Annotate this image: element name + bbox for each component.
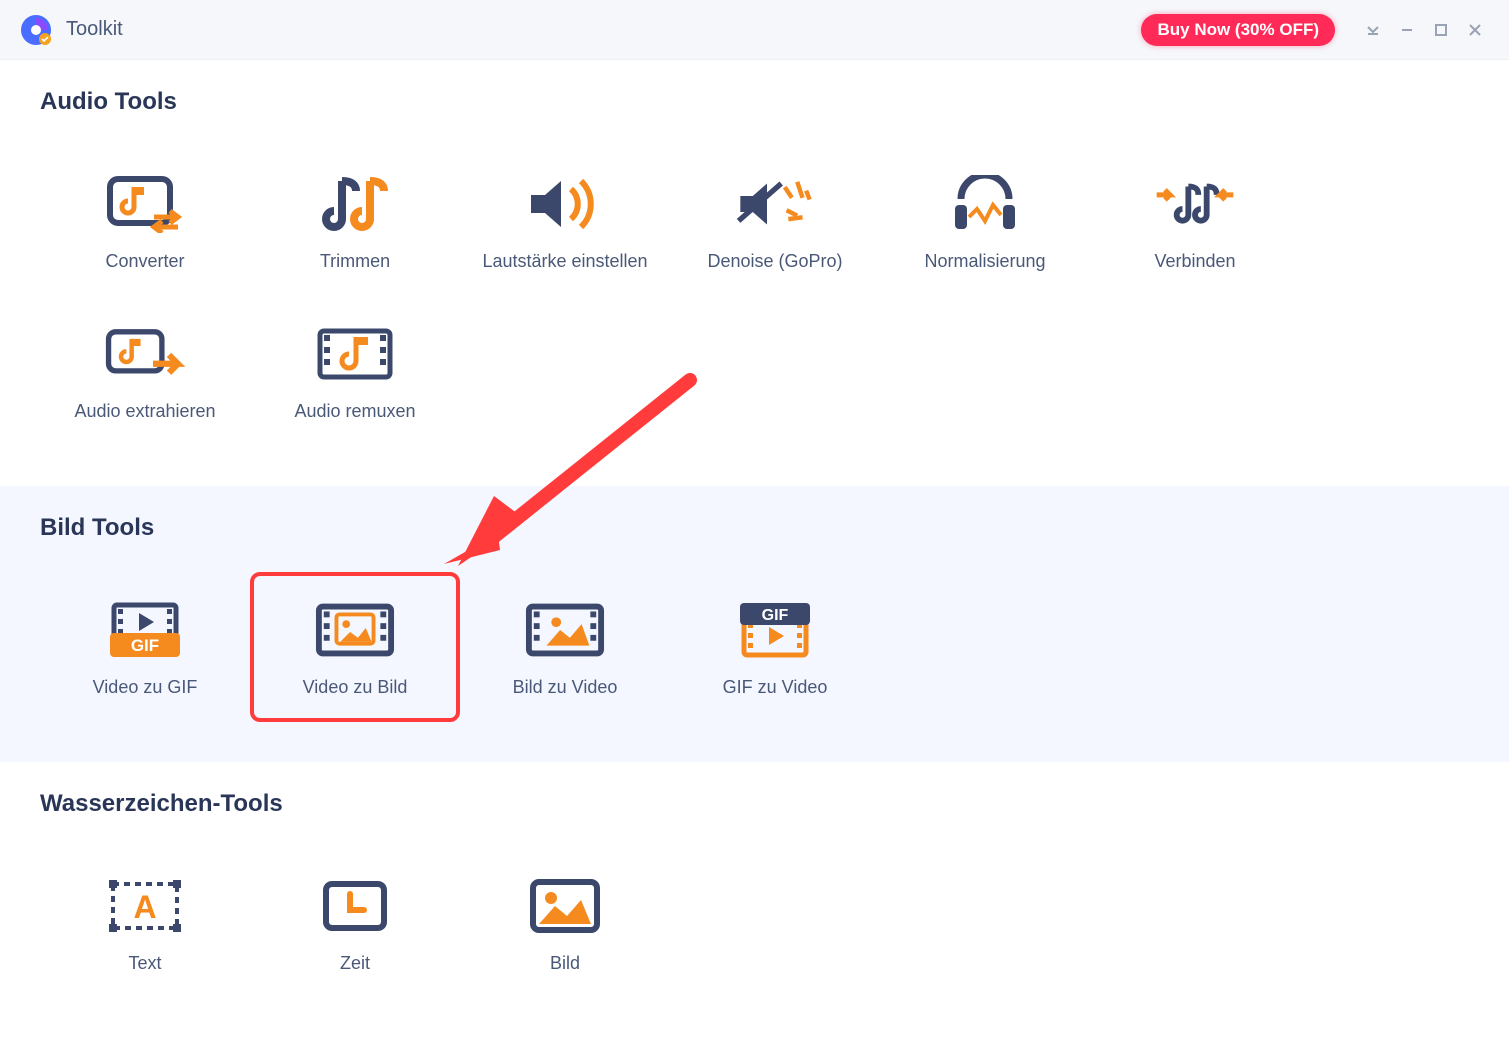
tool-video-to-gif[interactable]: GIF Video zu GIF — [40, 572, 250, 722]
watermark-time-icon — [315, 873, 395, 939]
tool-extract-audio[interactable]: Audio extrahieren — [40, 296, 250, 446]
tool-watermark-time[interactable]: Zeit — [250, 848, 460, 998]
tool-label: Bild zu Video — [513, 677, 618, 698]
tool-label: Verbinden — [1154, 251, 1235, 272]
tool-label: Converter — [105, 251, 184, 272]
section-watermark-tools: Wasserzeichen-Tools A Text — [0, 762, 1509, 1038]
tool-label: Audio remuxen — [294, 401, 415, 422]
section-image-heading: Bild Tools — [40, 514, 1469, 542]
titlebar: Toolkit Buy Now (30% OFF) — [0, 0, 1509, 60]
tool-label: Text — [128, 953, 161, 974]
tool-label: Lautstärke einstellen — [482, 251, 647, 272]
section-image-tools: Bild Tools GIF Video zu GIF — [0, 486, 1509, 762]
tool-trim[interactable]: Trimmen — [250, 146, 460, 296]
gif-to-video-icon: GIF — [735, 597, 815, 663]
tool-label: Denoise (GoPro) — [707, 251, 842, 272]
tool-watermark-text[interactable]: A Text — [40, 848, 250, 998]
tool-remux-audio[interactable]: Audio remuxen — [250, 296, 460, 446]
minimize-icon[interactable] — [1393, 16, 1421, 44]
image-to-video-icon — [525, 597, 605, 663]
tool-label: Bild — [550, 953, 580, 974]
buy-now-button[interactable]: Buy Now (30% OFF) — [1141, 14, 1335, 46]
svg-text:GIF: GIF — [762, 607, 789, 624]
tool-gif-to-video[interactable]: GIF GIF zu Video — [670, 572, 880, 722]
tool-label: Video zu GIF — [93, 677, 198, 698]
tool-label: GIF zu Video — [723, 677, 828, 698]
close-icon[interactable] — [1461, 16, 1489, 44]
tool-label: Normalisierung — [924, 251, 1045, 272]
svg-text:GIF: GIF — [131, 636, 159, 655]
watermark-tools-grid: A Text Zeit — [40, 848, 1469, 998]
tool-label: Video zu Bild — [303, 677, 408, 698]
section-audio-tools: Audio Tools Converter — [0, 60, 1509, 486]
trim-icon — [315, 171, 395, 237]
volume-icon — [525, 171, 605, 237]
tool-label: Audio extrahieren — [74, 401, 215, 422]
tool-volume[interactable]: Lautstärke einstellen — [460, 146, 670, 296]
tool-converter[interactable]: Converter — [40, 146, 250, 296]
svg-text:A: A — [133, 889, 156, 925]
tool-denoise[interactable]: Denoise (GoPro) — [670, 146, 880, 296]
video-to-gif-icon: GIF — [105, 597, 185, 663]
denoise-icon — [735, 171, 815, 237]
merge-icon — [1155, 171, 1235, 237]
watermark-text-icon: A — [105, 873, 185, 939]
tool-image-to-video[interactable]: Bild zu Video — [460, 572, 670, 722]
video-to-image-icon — [315, 597, 395, 663]
tool-normalize[interactable]: Normalisierung — [880, 146, 1090, 296]
section-audio-heading: Audio Tools — [40, 88, 1469, 116]
tool-label: Trimmen — [320, 251, 390, 272]
app-logo-icon — [20, 14, 52, 46]
section-watermark-heading: Wasserzeichen-Tools — [40, 790, 1469, 818]
converter-icon — [105, 171, 185, 237]
image-tools-grid: GIF Video zu GIF Video zu Bild — [40, 572, 1469, 722]
normalize-icon — [945, 171, 1025, 237]
remux-audio-icon — [315, 321, 395, 387]
dropdown-icon[interactable] — [1359, 16, 1387, 44]
tool-watermark-image[interactable]: Bild — [460, 848, 670, 998]
tool-merge[interactable]: Verbinden — [1090, 146, 1300, 296]
extract-audio-icon — [105, 321, 185, 387]
maximize-icon[interactable] — [1427, 16, 1455, 44]
content-area: Audio Tools Converter — [0, 60, 1509, 1038]
audio-tools-grid: Converter Trimmen — [40, 146, 1469, 446]
tool-video-to-image[interactable]: Video zu Bild — [250, 572, 460, 722]
app-title: Toolkit — [66, 18, 123, 41]
tool-label: Zeit — [340, 953, 370, 974]
watermark-image-icon — [525, 873, 605, 939]
